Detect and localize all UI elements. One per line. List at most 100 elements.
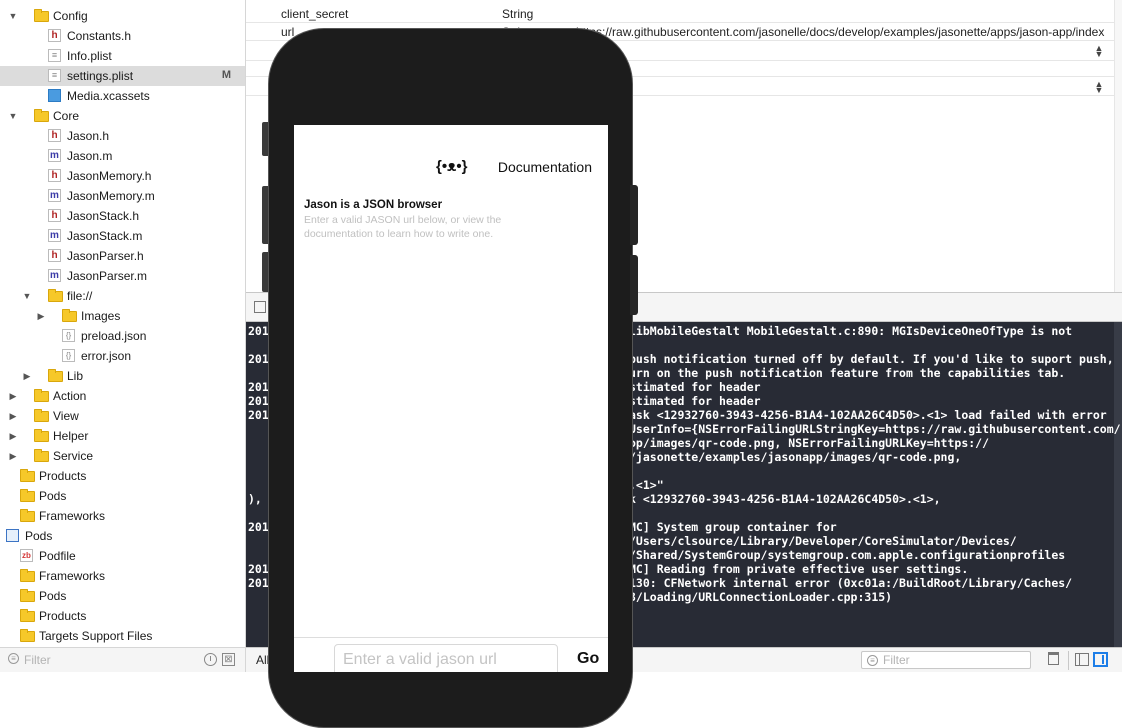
console-scrollbar[interactable]: [1114, 322, 1122, 647]
console-line: urn on the push notification feature fro…: [629, 366, 1066, 380]
navigator-row[interactable]: Pods: [0, 586, 245, 606]
console-line: stimated for header: [629, 394, 761, 408]
console-line: UserInfo={NSErrorFailingURLStringKey=htt…: [629, 422, 1121, 436]
navigator-row[interactable]: Media.xcassets: [0, 86, 245, 106]
navigator-row[interactable]: Frameworks: [0, 566, 245, 586]
plist-file-icon: ≡: [48, 69, 61, 82]
type-stepper-icon[interactable]: ▲ ▼: [1092, 80, 1106, 95]
scm-filter-icon[interactable]: ⊠: [222, 653, 235, 666]
go-button[interactable]: Go: [577, 650, 599, 668]
console-filter-field[interactable]: ≡ Filter: [861, 651, 1031, 669]
navigator-row-label: JasonMemory.m: [67, 189, 155, 203]
type-stepper-icon[interactable]: ▲ ▼: [1092, 44, 1106, 59]
folder-icon: [20, 569, 35, 582]
navigator-row[interactable]: ▶ Images: [0, 306, 245, 326]
plist-value[interactable]: https://raw.githubusercontent.com/jasone…: [576, 25, 1104, 39]
console-line: /Shared/SystemGroup/systemgroup.com.appl…: [629, 548, 1066, 562]
navigator-row-label: JasonMemory.h: [67, 169, 152, 183]
navigator-row[interactable]: m Jason.m: [0, 146, 245, 166]
url-input-bar: Enter a valid jason url Go: [294, 637, 608, 672]
navigator-row[interactable]: m JasonParser.m: [0, 266, 245, 286]
plist-row-client-secret[interactable]: client_secret String: [246, 4, 1114, 23]
podfile-icon: zb: [20, 549, 33, 562]
navigator-row-label: JasonParser.m: [67, 269, 148, 283]
disclosure-closed-icon[interactable]: ▶: [8, 430, 18, 442]
navigator-row[interactable]: ▶ View: [0, 406, 245, 426]
navigator-row[interactable]: Pods: [0, 486, 245, 506]
navigator-row[interactable]: h JasonStack.h: [0, 206, 245, 226]
navigator-row-label: Lib: [67, 369, 84, 383]
disclosure-open-icon[interactable]: ▼: [8, 110, 18, 122]
console-filter-placeholder: Filter: [883, 653, 910, 667]
hide-debug-area-icon[interactable]: [254, 301, 266, 313]
asset-catalog-icon: [48, 89, 61, 102]
navigator-row-label: Service: [53, 449, 94, 463]
json-file-icon: {}: [62, 329, 75, 342]
disclosure-closed-icon[interactable]: ▶: [8, 390, 18, 402]
documentation-link[interactable]: Documentation: [498, 159, 592, 175]
navigator-row[interactable]: Pods: [0, 526, 245, 546]
header-file-icon: h: [48, 209, 61, 222]
source-file-icon: m: [48, 189, 61, 202]
navigator-row[interactable]: h JasonParser.h: [0, 246, 245, 266]
navigator-row-label: Config: [53, 9, 88, 23]
folder-icon: [20, 489, 35, 502]
navigator-row[interactable]: ≡ settings.plist M: [0, 66, 245, 86]
navigator-row[interactable]: ≡ Info.plist: [0, 46, 245, 66]
navigator-row[interactable]: ▶ Service: [0, 446, 245, 466]
navigator-filter-input[interactable]: Filter: [24, 653, 51, 667]
scm-status-badge: M: [221, 69, 231, 81]
navigator-row[interactable]: h Constants.h: [0, 26, 245, 46]
navigator-row[interactable]: Products: [0, 606, 245, 626]
console-line: 201: [248, 520, 269, 534]
navigator-row[interactable]: ▼ Core: [0, 106, 245, 126]
editor-scrollbar[interactable]: [1114, 0, 1122, 292]
navigator-row[interactable]: {} preload.json: [0, 326, 245, 346]
navigator-row[interactable]: m JasonMemory.m: [0, 186, 245, 206]
navigator-row-label: JasonParser.h: [67, 249, 144, 263]
console-line: k <12932760-3943-4256-B1A4-102AA26C4D50>…: [629, 492, 941, 506]
navigator-row[interactable]: Products: [0, 466, 245, 486]
navigator-row-label: Jason.m: [67, 149, 113, 163]
navigator-row[interactable]: Frameworks: [0, 506, 245, 526]
disclosure-closed-icon[interactable]: ▶: [8, 450, 18, 462]
navigator-row[interactable]: ▶ Helper: [0, 426, 245, 446]
navigator-row[interactable]: h JasonMemory.h: [0, 166, 245, 186]
simulator-screen[interactable]: {•ᴥ•} Documentation Jason is a JSON brow…: [294, 125, 608, 672]
console-line: ask <12932760-3943-4256-B1A4-102AA26C4D5…: [629, 408, 1107, 422]
console-line: MC] Reading from private effective user …: [629, 562, 969, 576]
navigator-row[interactable]: zb Podfile: [0, 546, 245, 566]
toolbar-divider: [1068, 651, 1069, 670]
console-line: 201: [248, 352, 269, 366]
console-line: 3/Loading/URLConnectionLoader.cpp:315): [629, 590, 893, 604]
navigator-row-label: Images: [81, 309, 121, 323]
navigator-row[interactable]: Targets Support Files: [0, 626, 245, 646]
console-line: 201: [248, 380, 269, 394]
navigator-row-label: JasonStack.h: [67, 209, 140, 223]
source-file-icon: m: [48, 149, 61, 162]
jason-logo: {•ᴥ•}: [436, 158, 468, 175]
navigator-row[interactable]: m JasonStack.m: [0, 226, 245, 246]
navigator-row-label: Constants.h: [67, 29, 132, 43]
console-line: MC] System group container for: [629, 520, 837, 534]
disclosure-closed-icon[interactable]: ▶: [22, 370, 32, 382]
show-console-view-icon[interactable]: [1093, 652, 1108, 667]
navigator-row-label: Core: [53, 109, 80, 123]
plist-type: String: [502, 7, 534, 21]
navigator-row[interactable]: ▶ Action: [0, 386, 245, 406]
navigator-row[interactable]: {} error.json: [0, 346, 245, 366]
disclosure-open-icon[interactable]: ▼: [22, 290, 32, 302]
disclosure-closed-icon[interactable]: ▶: [36, 310, 46, 322]
navigator-row[interactable]: h Jason.h: [0, 126, 245, 146]
folder-icon: [20, 609, 35, 622]
navigator-row[interactable]: ▼ Config: [0, 6, 245, 26]
disclosure-open-icon[interactable]: ▼: [8, 10, 18, 22]
show-variables-view-icon[interactable]: [1075, 653, 1089, 666]
recent-files-icon[interactable]: [204, 653, 217, 666]
trash-icon[interactable]: [1048, 652, 1059, 665]
navigator-row[interactable]: ▶ Lib: [0, 366, 245, 386]
disclosure-closed-icon[interactable]: ▶: [8, 410, 18, 422]
jason-url-input[interactable]: Enter a valid jason url: [334, 644, 558, 672]
navigator-row[interactable]: ▼ file://: [0, 286, 245, 306]
navigator-row-label: Pods: [39, 589, 67, 603]
